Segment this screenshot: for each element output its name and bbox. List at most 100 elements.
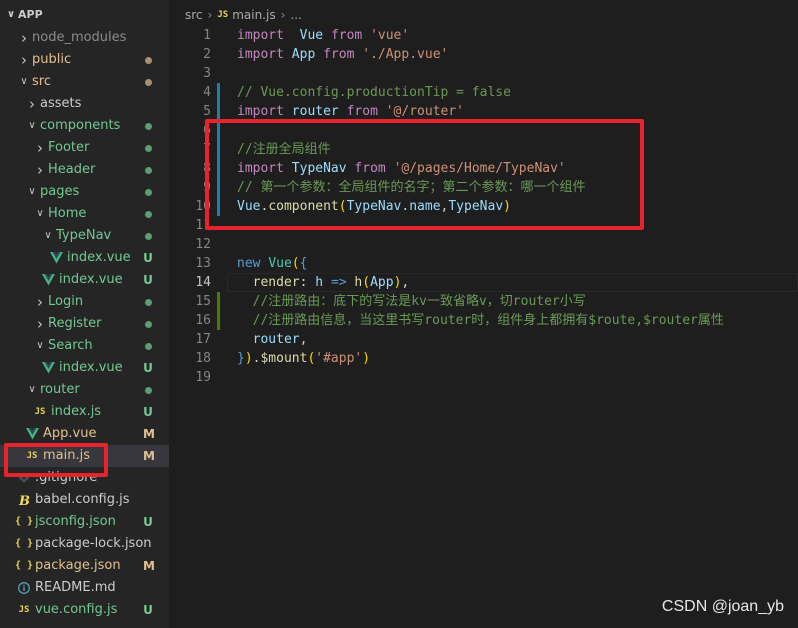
code-token: '#app': [315, 351, 363, 366]
code-token: render: [252, 275, 300, 290]
tree-item-label: package-lock.json: [35, 536, 152, 551]
svg-text:B: B: [18, 494, 30, 507]
code-token: router: [252, 332, 300, 347]
line-number: 12: [195, 237, 211, 252]
code-line[interactable]: 4 // Vue.config.productionTip = false: [169, 83, 798, 102]
status-dot: [143, 181, 153, 203]
tree-file[interactable]: App.vue M: [0, 423, 169, 445]
status-dot: [143, 313, 153, 335]
breadcrumb-file[interactable]: main.js: [232, 8, 275, 22]
tree-folder[interactable]: › Register: [0, 313, 169, 335]
code-token: router: [291, 104, 339, 119]
code-line[interactable]: 3: [169, 64, 798, 83]
tree-folder[interactable]: › Footer: [0, 137, 169, 159]
modified-badge: M: [143, 427, 155, 441]
explorer-root-header[interactable]: ∨ APP: [0, 0, 169, 30]
tree-folder[interactable]: ∨ src: [0, 71, 169, 93]
code-token: (: [362, 275, 371, 290]
line-number: 16: [195, 313, 211, 328]
watermark: CSDN @joan_yb: [661, 598, 784, 615]
code-text: }).$mount('#app'): [237, 349, 370, 368]
tree-folder[interactable]: ∨ TypeNav: [0, 225, 169, 247]
code-line[interactable]: 15 //注册路由：底下的写法是kv一致省略v，切router小写: [169, 292, 798, 311]
untracked-badge: U: [143, 603, 153, 617]
tree-folder[interactable]: ∨ Home: [0, 203, 169, 225]
highlight-box-global-component: [205, 119, 644, 230]
tree-folder[interactable]: › Login: [0, 291, 169, 313]
code-token: App: [291, 47, 316, 62]
chevron-right-icon: ›: [280, 8, 286, 22]
vue-file-icon: [48, 250, 64, 266]
code-text: import App from './App.vue': [237, 45, 448, 64]
tree-file[interactable]: JS index.js U: [0, 401, 169, 423]
code-line[interactable]: 13 new Vue({: [169, 254, 798, 273]
code-line[interactable]: 19: [169, 368, 798, 387]
status-dot: [143, 291, 153, 313]
line-number: 5: [203, 104, 211, 119]
breadcrumb-folder[interactable]: src: [185, 8, 203, 22]
tree-folder[interactable]: › node_modules: [0, 27, 169, 49]
status-dot: [143, 49, 153, 71]
status-dot: [143, 137, 153, 159]
explorer-root-label: APP: [18, 8, 43, 21]
tree-folder[interactable]: › Header: [0, 159, 169, 181]
code-token: Vue: [268, 256, 292, 271]
code-line[interactable]: 14 render: h => h(App),: [169, 273, 798, 292]
status-dot: [143, 203, 153, 225]
tree-file[interactable]: { } package-lock.json: [0, 533, 169, 555]
js-file-icon: JS: [18, 605, 30, 615]
code-line[interactable]: 16 //注册路由信息，当这里书写router时，组件身上都拥有$route,$…: [169, 311, 798, 330]
tree-folder[interactable]: › assets: [0, 93, 169, 115]
tree-folder[interactable]: › public: [0, 49, 169, 71]
modified-badge: M: [143, 559, 155, 573]
code-token: import: [237, 104, 284, 119]
code-line[interactable]: 2 import App from './App.vue': [169, 45, 798, 64]
tree-folder[interactable]: ∨ router: [0, 379, 169, 401]
chevron-right-icon: ›: [37, 161, 43, 179]
tree-folder[interactable]: ∨ pages: [0, 181, 169, 203]
tree-item-label: README.md: [35, 580, 116, 595]
chevron-down-icon: ∨: [20, 76, 28, 87]
line-number: 17: [195, 332, 211, 347]
code-line[interactable]: 17 router,: [169, 330, 798, 349]
code-token: $mount: [260, 351, 308, 366]
tree-file[interactable]: index.vue U: [0, 357, 169, 379]
tree-file[interactable]: JS vue.config.js U: [0, 599, 169, 621]
tree-folder[interactable]: ∨ components: [0, 115, 169, 137]
tree-file[interactable]: { } package.json M: [0, 555, 169, 577]
line-number: 18: [195, 351, 211, 366]
line-number: 2: [203, 47, 211, 62]
code-editor[interactable]: 1 import Vue from 'vue' 2 import App from '…: [169, 26, 798, 628]
json-file-icon: { }: [14, 538, 34, 549]
chevron-right-icon: ›: [37, 293, 43, 311]
line-number: 1: [203, 28, 211, 43]
tree-file[interactable]: index.vue U: [0, 247, 169, 269]
breadcrumb-symbol[interactable]: ...: [290, 8, 301, 22]
code-line[interactable]: 1 import Vue from 'vue': [169, 26, 798, 45]
code-token: '@/router': [385, 104, 465, 119]
status-dot: [143, 71, 153, 93]
untracked-badge: U: [143, 273, 153, 287]
chevron-down-icon: ∨: [28, 384, 36, 395]
tree-folder[interactable]: ∨ Search: [0, 335, 169, 357]
code-text: new Vue({: [237, 254, 307, 273]
code-token: (: [291, 256, 300, 271]
code-line[interactable]: 18 }).$mount('#app'): [169, 349, 798, 368]
code-text: router,: [237, 330, 308, 349]
tree-file[interactable]: { } jsconfig.json U: [0, 511, 169, 533]
status-dot: [143, 335, 153, 357]
code-line[interactable]: 12: [169, 235, 798, 254]
tree-file[interactable]: Bbabel.config.js: [0, 489, 169, 511]
tree-file[interactable]: README.md: [0, 577, 169, 599]
tree-item-label: index.vue: [67, 250, 131, 265]
status-dot: [143, 115, 153, 137]
code-token: h: [315, 275, 324, 290]
vue-file-icon: [24, 426, 40, 442]
tree-file[interactable]: index.vue U: [0, 269, 169, 291]
vue-file-icon: [40, 360, 56, 376]
